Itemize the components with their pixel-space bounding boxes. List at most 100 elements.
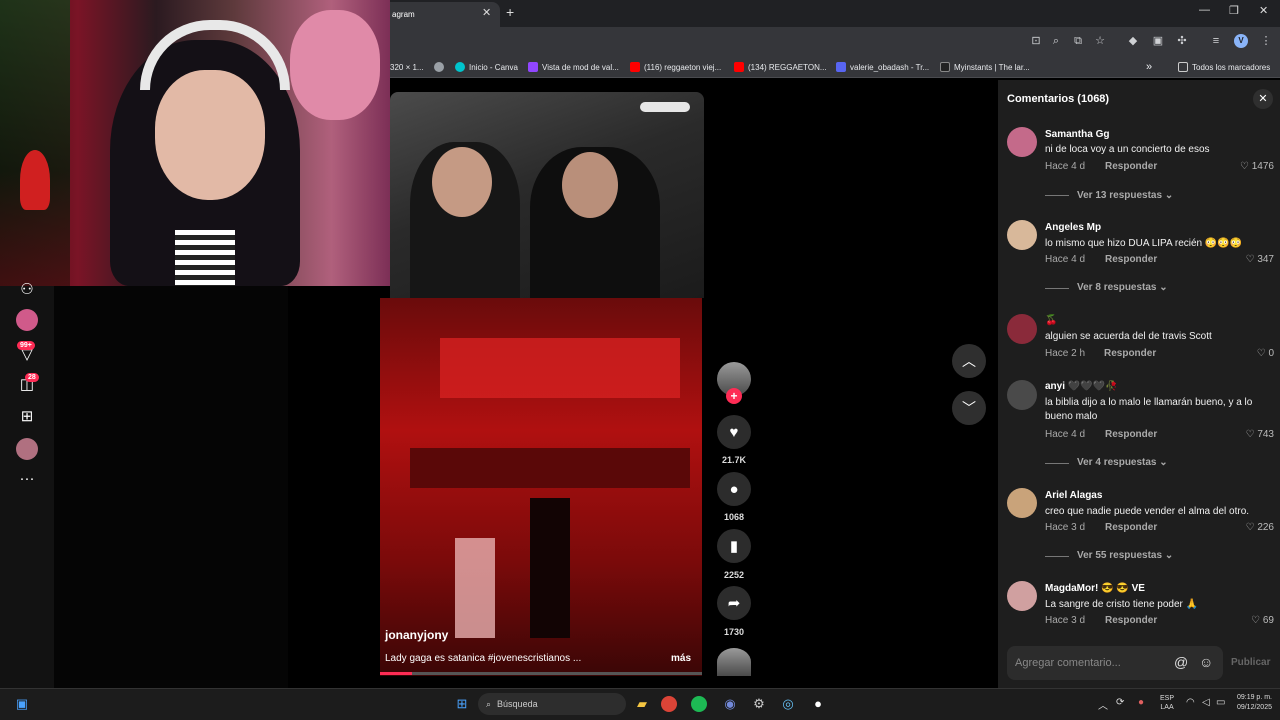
media-control-icon[interactable]: ≡ <box>1208 33 1224 49</box>
comment-avatar[interactable] <box>1007 488 1037 518</box>
mention-icon[interactable]: @ <box>1174 654 1188 670</box>
comment-author[interactable]: Samantha Gg <box>1045 129 1109 140</box>
bookmark-star-icon[interactable]: ☆ <box>1092 33 1108 49</box>
follow-plus-icon[interactable]: + <box>726 388 742 404</box>
publish-button[interactable]: Publicar <box>1231 657 1270 668</box>
view-replies-button[interactable]: Ver 8 respuestas ⌄ <box>1077 282 1168 293</box>
tray-mic-icon[interactable]: ● <box>1138 697 1144 708</box>
reply-button[interactable]: Responder <box>1105 429 1157 440</box>
share-button[interactable]: ➦ <box>717 586 751 620</box>
view-replies-button[interactable]: Ver 55 respuestas ⌄ <box>1077 550 1173 561</box>
close-comments-button[interactable]: ✕ <box>1253 89 1273 109</box>
save-button[interactable]: ▮ <box>717 529 751 563</box>
comment-input[interactable] <box>1007 646 1177 680</box>
video-author[interactable]: jonanyjony <box>385 628 448 642</box>
upload-icon[interactable]: ⊞ <box>16 406 38 428</box>
steam-icon[interactable]: ◎ <box>778 694 798 714</box>
start-icon[interactable]: ⊞ <box>452 694 472 714</box>
bookmark-label: 320 × 1... <box>390 62 424 72</box>
bookmark-item[interactable] <box>434 56 448 78</box>
comment-like-button[interactable]: ♡ 1476 <box>1218 161 1274 172</box>
video-caption: Lady gaga es satanica #jovenescristianos… <box>385 653 582 664</box>
file-explorer-icon[interactable]: ▰ <box>632 694 652 714</box>
bookmark-item[interactable]: 320 × 1... <box>390 56 424 78</box>
extension-icon[interactable]: ◆ <box>1125 33 1141 49</box>
widgets-icon[interactable]: ▣ <box>12 694 32 714</box>
bookmark-item[interactable]: Vista de mod de val... <box>528 56 619 78</box>
wifi-icon[interactable]: ◠ <box>1186 697 1195 708</box>
volume-icon[interactable]: ◁ <box>1202 697 1210 708</box>
people-icon[interactable]: ⚇ <box>16 279 38 301</box>
zoom-icon[interactable]: ⌕ <box>1048 33 1064 49</box>
battery-icon[interactable]: ▭ <box>1216 697 1225 708</box>
like-button[interactable]: ♥ <box>717 415 751 449</box>
taskbar-search[interactable]: ⌕ Búsqueda <box>478 693 626 715</box>
comment-like-button[interactable]: ♡ 0 <box>1218 348 1274 359</box>
next-video-button[interactable]: ﹀ <box>952 391 986 425</box>
comment-author[interactable]: 🍒 <box>1045 315 1057 326</box>
bookmark-item[interactable]: valerie_obadash - Tr... <box>836 56 929 78</box>
menu-kebab-icon[interactable]: ⋮ <box>1258 33 1274 49</box>
bookmark-label: (134) REGGAETON... <box>748 62 827 72</box>
minimize-button[interactable]: — <box>1199 4 1210 16</box>
bookmark-item[interactable]: (134) REGGAETON... <box>734 56 827 78</box>
bookmark-label: Myinstants | The lar... <box>954 62 1030 72</box>
settings-gear-icon[interactable]: ⚙ <box>749 694 769 714</box>
profile-icon[interactable] <box>16 438 38 460</box>
comment-avatar[interactable] <box>1007 314 1037 344</box>
caption-more-button[interactable]: más <box>671 653 691 664</box>
comment-author[interactable]: Angeles Mp <box>1045 222 1101 233</box>
comment-author[interactable]: anyi 🖤🖤🖤🥀 <box>1045 381 1118 392</box>
extensions-puzzle-icon[interactable]: ✣ <box>1174 33 1190 49</box>
profile-avatar[interactable]: V <box>1234 34 1248 48</box>
view-replies-button[interactable]: Ver 4 respuestas ⌄ <box>1077 457 1168 468</box>
install-app-icon[interactable]: ⧉ <box>1070 33 1086 49</box>
new-tab-button[interactable]: + <box>506 4 514 20</box>
comment-like-button[interactable]: ♡ 347 <box>1218 254 1274 265</box>
comment-like-button[interactable]: ♡ 69 <box>1218 615 1274 626</box>
bookmark-item[interactable]: Inicio - Canva <box>455 56 518 78</box>
comment-avatar[interactable] <box>1007 127 1037 157</box>
video-frame-bottom[interactable] <box>380 298 702 676</box>
bookmark-label: (116) reggaeton viej... <box>644 62 722 72</box>
chrome-icon[interactable] <box>661 696 677 712</box>
comment-time: Hace 3 d <box>1045 522 1086 533</box>
spotify-icon[interactable] <box>691 696 707 712</box>
all-bookmarks-button[interactable]: Todos los marcadores <box>1178 56 1270 78</box>
previous-video-button[interactable]: ︿ <box>952 344 986 378</box>
live-avatar-icon[interactable] <box>16 309 38 331</box>
input-language[interactable]: ESP LAA <box>1160 694 1174 712</box>
reply-button[interactable]: Responder <box>1105 522 1157 533</box>
app-icon[interactable]: ● <box>808 694 828 714</box>
bookmark-item[interactable]: (116) reggaeton viej... <box>630 56 721 78</box>
view-replies-button[interactable]: Ver 13 respuestas ⌄ <box>1077 190 1173 201</box>
discord-icon[interactable]: ◉ <box>720 694 740 714</box>
clock[interactable]: 09:19 p. m. 09/12/2025 <box>1226 693 1272 713</box>
screenshot-icon[interactable]: ▣ <box>1150 33 1166 49</box>
emoji-icon[interactable]: ☺ <box>1199 654 1213 670</box>
tray-sync-icon[interactable]: ⟳ <box>1116 697 1124 708</box>
reply-button[interactable]: Responder <box>1104 348 1156 359</box>
reply-button[interactable]: Responder <box>1105 161 1157 172</box>
comment-button[interactable]: ● <box>717 472 751 506</box>
close-window-button[interactable]: ✕ <box>1259 4 1268 17</box>
comment-author[interactable]: Ariel Alagas <box>1045 490 1102 501</box>
tray-chevron-up-icon[interactable]: ︿ <box>1098 697 1108 712</box>
comment-like-button[interactable]: ♡ 743 <box>1218 429 1274 440</box>
comment-avatar[interactable] <box>1007 380 1037 410</box>
comment-like-button[interactable]: ♡ 226 <box>1218 522 1274 533</box>
comment-avatar[interactable] <box>1007 581 1037 611</box>
next-creator-avatar[interactable] <box>717 648 751 676</box>
tab-close-icon[interactable]: ✕ <box>482 6 491 19</box>
reply-button[interactable]: Responder <box>1105 615 1157 626</box>
video-progress-track[interactable] <box>380 672 702 675</box>
comment-avatar[interactable] <box>1007 220 1037 250</box>
bookmark-item[interactable]: Myinstants | The lar... <box>940 56 1030 78</box>
bookmarks-overflow-button[interactable]: » <box>1146 56 1152 78</box>
maximize-button[interactable]: ❐ <box>1229 4 1239 17</box>
comment-author[interactable]: MagdaMor! 😎 😎 VE <box>1045 583 1145 594</box>
reply-button[interactable]: Responder <box>1105 254 1157 265</box>
translate-icon[interactable]: ⊡ <box>1028 33 1044 49</box>
youtube-icon <box>630 62 640 72</box>
more-icon[interactable]: ··· <box>16 468 38 490</box>
